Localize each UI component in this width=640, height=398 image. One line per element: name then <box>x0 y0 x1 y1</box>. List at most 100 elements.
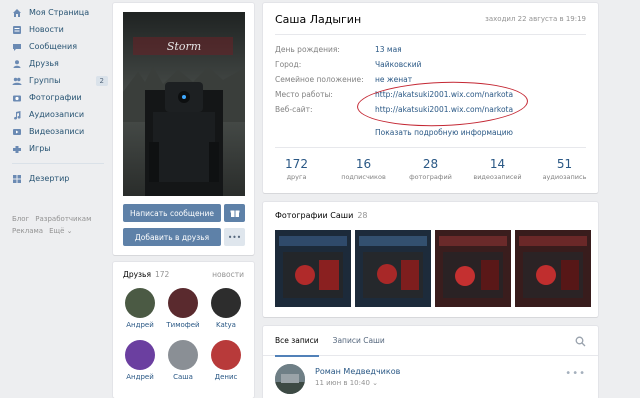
nav-item-label: Друзья <box>29 59 59 68</box>
music-icon <box>12 110 22 120</box>
info-key: Город: <box>275 60 302 69</box>
stat-photos[interactable]: 28 фотографий <box>397 157 464 181</box>
friend-avatar[interactable] <box>125 340 155 370</box>
footer-link-blog[interactable]: Блог <box>12 215 29 223</box>
friends-count: 172 <box>154 270 170 279</box>
friend-item[interactable]: Денис <box>206 340 246 381</box>
photo-thumbnail[interactable] <box>355 230 431 307</box>
friend-name[interactable]: Тимофей <box>163 321 203 329</box>
video-icon <box>12 127 22 137</box>
nav-item-groups[interactable]: Группы 2 <box>12 72 108 89</box>
profile-avatar[interactable]: Storm <box>123 12 245 196</box>
add-friend-button[interactable]: Добавить в друзья <box>123 228 221 246</box>
friends-header: Друзья 172 новости <box>123 270 244 279</box>
nav-item-games[interactable]: Игры <box>12 140 108 157</box>
nav-item-label: Сообщения <box>29 42 78 51</box>
nav-item-label: Фотографии <box>29 93 82 102</box>
messages-icon <box>12 42 22 52</box>
photo-thumbnail[interactable] <box>275 230 351 307</box>
info-value[interactable]: Чайковский <box>375 60 422 69</box>
groups-badge: 2 <box>95 75 108 86</box>
footer-link-ads[interactable]: Реклама <box>12 227 43 235</box>
photos-header[interactable]: Фотографии Саши 28 <box>275 211 368 220</box>
stat-label: фотографий <box>409 173 452 181</box>
friend-name[interactable]: Саша <box>163 373 203 381</box>
friend-name[interactable]: Андрей <box>120 373 160 381</box>
home-icon <box>12 8 22 18</box>
nav-item-audio[interactable]: Аудиозаписи <box>12 106 108 123</box>
footer-link-more[interactable]: Ещё ⌄ <box>49 227 72 235</box>
stat-videos[interactable]: 14 видеозаписей <box>464 157 531 181</box>
nav-item-label: Видеозаписи <box>29 127 85 136</box>
info-value[interactable]: не женат <box>375 75 412 84</box>
nav-item-app[interactable]: Дезертир <box>12 170 108 187</box>
friend-name[interactable]: Андрей <box>120 321 160 329</box>
nav-item-friends[interactable]: Друзья <box>12 55 108 72</box>
friend-item[interactable]: Тимофей <box>163 288 203 329</box>
info-key: День рождения: <box>275 45 340 54</box>
nav-footer: Блог Разработчикам Реклама Ещё ⌄ <box>12 213 108 237</box>
profile-stats: 172 друга 16 подписчиков 28 фотографий 1… <box>263 157 598 181</box>
friend-item[interactable]: Андрей <box>120 340 160 381</box>
post-more-button[interactable]: ••• <box>565 368 586 379</box>
friend-name[interactable]: Денис <box>206 373 246 381</box>
nav-item-label: Группы <box>29 76 61 85</box>
friend-avatar[interactable] <box>211 288 241 318</box>
stat-label: видеозаписей <box>473 173 522 181</box>
search-icon[interactable] <box>575 336 586 347</box>
left-nav: Моя Страница Новости Сообщения Друзья Гр… <box>12 4 108 237</box>
nav-item-label: Аудиозаписи <box>29 110 85 119</box>
friends-title[interactable]: Друзья <box>123 270 151 279</box>
footer-link-developers[interactable]: Разработчикам <box>35 215 91 223</box>
nav-item-news[interactable]: Новости <box>12 21 108 38</box>
svg-text:Storm: Storm <box>167 40 201 53</box>
photo-thumbnail[interactable] <box>435 230 511 307</box>
info-row-city: Город: Чайковский <box>275 60 422 69</box>
nav-item-messages[interactable]: Сообщения <box>12 38 108 55</box>
friend-item[interactable]: Саша <box>163 340 203 381</box>
info-key: Место работы: <box>275 90 333 99</box>
photo-thumbnail[interactable] <box>515 230 591 307</box>
nav-item-label: Моя Страница <box>29 8 90 17</box>
info-value[interactable]: 13 мая <box>375 45 402 54</box>
friend-item[interactable]: Андрей <box>120 288 160 329</box>
nav-item-label: Новости <box>29 25 64 34</box>
show-full-info-link[interactable]: Показать подробную информацию <box>375 128 513 137</box>
avatar-card: Storm Написать сообщение Добавить в друз… <box>113 3 254 255</box>
friend-item[interactable]: Katya <box>206 288 246 329</box>
friend-avatar[interactable] <box>168 288 198 318</box>
friend-name[interactable]: Katya <box>206 321 246 329</box>
tab-owner-posts[interactable]: Записи Саши <box>333 326 385 356</box>
more-actions-button[interactable]: ••• <box>224 228 245 246</box>
friend-avatar[interactable] <box>168 340 198 370</box>
friend-avatar[interactable] <box>211 340 241 370</box>
stat-label: друга <box>286 173 307 181</box>
stat-number: 14 <box>489 157 506 171</box>
nav-item-label: Дезертир <box>29 174 70 183</box>
games-icon <box>12 144 22 154</box>
stat-friends[interactable]: 172 друга <box>263 157 330 181</box>
stat-followers[interactable]: 16 подписчиков <box>330 157 397 181</box>
nav-item-photos[interactable]: Фотографии <box>12 89 108 106</box>
friends-card: Друзья 172 новости Андрей Тимофей Katya … <box>113 262 254 398</box>
stat-audio[interactable]: 51 аудиозапись <box>531 157 598 181</box>
nav-item-video[interactable]: Видеозаписи <box>12 123 108 140</box>
post-date[interactable]: 11 июн в 10:40 ⌄ <box>315 379 378 387</box>
tab-all-posts[interactable]: Все записи <box>275 326 319 357</box>
stat-number: 172 <box>285 157 308 171</box>
stat-number: 51 <box>556 157 573 171</box>
divider <box>275 34 586 35</box>
stat-label: аудиозапись <box>542 173 587 181</box>
info-row-relationship: Семейное положение: не женат <box>275 75 412 84</box>
friends-updates-link[interactable]: новости <box>212 270 244 279</box>
groups-icon <box>12 76 22 86</box>
send-message-button[interactable]: Написать сообщение <box>123 204 221 222</box>
gift-button[interactable] <box>224 204 245 222</box>
post-author-avatar[interactable] <box>275 364 305 394</box>
stat-number: 16 <box>355 157 372 171</box>
post-author-name[interactable]: Роман Медведчиков <box>315 367 400 376</box>
news-icon <box>12 25 22 35</box>
profile-name: Саша Ладыгин <box>275 13 362 26</box>
nav-item-my-page[interactable]: Моя Страница <box>12 4 108 21</box>
friend-avatar[interactable] <box>125 288 155 318</box>
